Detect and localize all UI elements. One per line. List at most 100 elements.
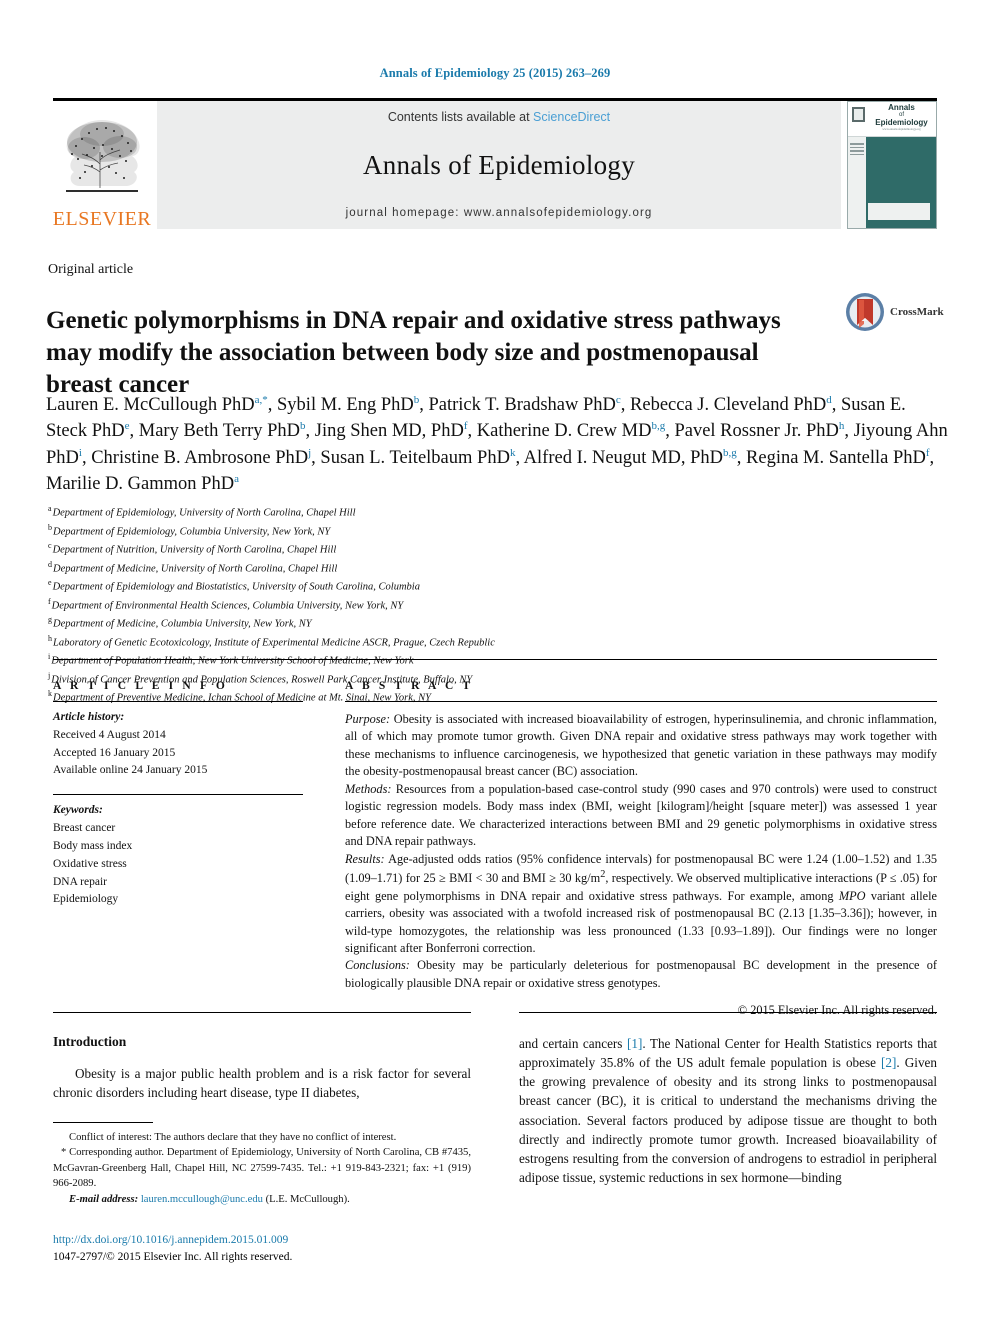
affiliation-text: Department of Epidemiology, Columbia Uni… — [53, 526, 331, 537]
keyword-item: Oxidative stress — [53, 857, 127, 870]
article-type-label: Original article — [48, 262, 134, 277]
affiliation-text: Department of Epidemiology and Biostatis… — [52, 581, 420, 593]
cover-line-3: Epidemiology — [875, 117, 928, 127]
paper-page: Annals of Epidemiology 25 (2015) 263–269 — [0, 0, 990, 1320]
elsevier-logo: ELSEVIER — [53, 101, 151, 229]
cover-header: Annals of Epidemiology www.annalsofepide… — [848, 102, 936, 137]
affiliation-item: bDepartment of Epidemiology, Columbia Un… — [48, 522, 808, 541]
keyword-item: Body mass index — [53, 839, 133, 852]
doi-block: http://dx.doi.org/10.1016/j.annepidem.20… — [53, 1232, 493, 1267]
affiliation-marker: c — [48, 541, 52, 550]
affiliation-item: gDepartment of Medicine, Columbia Univer… — [48, 614, 808, 633]
affiliation-text: Department of Medicine, Columbia Univers… — [53, 618, 312, 630]
body-divider-left — [53, 1012, 471, 1013]
footnote-divider — [53, 1122, 153, 1123]
abstract-methods: Methods: Resources from a population-bas… — [345, 781, 937, 851]
doi-link[interactable]: http://dx.doi.org/10.1016/j.annepidem.20… — [53, 1232, 493, 1249]
affiliation-item: dDepartment of Medicine, University of N… — [48, 559, 808, 578]
conclusions-text: Obesity may be particularly deleterious … — [345, 958, 937, 990]
page-title: Genetic polymorphisms in DNA repair and … — [46, 306, 781, 398]
footnote-conflict-of-interest: Conflict of interest: The authors declar… — [69, 1132, 397, 1143]
history-item: Available online 24 January 2015 — [53, 764, 208, 777]
affiliation-marker: h — [48, 633, 52, 643]
cover-white-band — [868, 203, 930, 220]
email-address-suffix: (L.E. McCullough). — [262, 1193, 350, 1205]
intro-right-part-1: and certain cancers — [519, 1036, 627, 1051]
journal-cover-thumbnail: Annals of Epidemiology www.annalsofepide… — [847, 101, 937, 229]
keywords-block: Keywords: Breast cancer Body mass index … — [53, 802, 303, 909]
purpose-text: Obesity is associated with increased bio… — [345, 712, 937, 779]
email-address-label: E-mail address: — [69, 1193, 139, 1205]
cover-line-4: www.annalsofepidemiology.org — [882, 127, 921, 132]
article-info-underline — [53, 701, 303, 702]
affiliation-item: fDepartment of Environmental Health Scie… — [48, 596, 808, 615]
abstract-heading: A B S T R A C T — [345, 680, 474, 692]
affiliation-marker: g — [48, 615, 52, 624]
body-column-left: Introduction Obesity is a major public h… — [53, 1034, 471, 1102]
methods-text: Resources from a population-based case-c… — [345, 781, 937, 849]
history-item: Received 4 August 2014 — [53, 728, 166, 741]
affiliation-item: iDepartment of Population Health, New Yo… — [48, 651, 808, 670]
info-band-divider — [53, 659, 937, 660]
cover-society-badge-icon — [852, 107, 865, 122]
affiliation-marker: f — [48, 596, 51, 606]
contents-available-line: Contents lists available at ScienceDirec… — [388, 110, 610, 124]
cover-sidebar — [848, 137, 866, 228]
affiliation-text: Department of Epidemiology, University o… — [52, 507, 356, 519]
elsevier-tree-icon — [66, 120, 140, 192]
abstract-body: Purpose: Obesity is associated with incr… — [345, 711, 937, 1020]
body-column-right: and certain cancers [1]. The National Ce… — [519, 1034, 937, 1187]
abstract-section: A B S T R A C T Purpose: Obesity is asso… — [345, 680, 937, 1020]
cover-title: Annals of Epidemiology www.annalsofepide… — [869, 103, 934, 132]
affiliation-text: Department of Population Health, New Yor… — [51, 655, 414, 667]
affiliation-text: Department of Medicine, University of No… — [53, 563, 338, 574]
keywords-divider — [53, 794, 303, 796]
affiliation-marker: d — [48, 559, 52, 569]
purpose-label: Purpose: — [345, 712, 391, 726]
affiliation-item: hLaboratory of Genetic Ecotoxicology, In… — [48, 633, 808, 652]
results-label: Results: — [345, 851, 385, 866]
keyword-item: Epidemiology — [53, 893, 119, 906]
keyword-item: Breast cancer — [53, 822, 116, 835]
sciencedirect-link[interactable]: ScienceDirect — [533, 110, 610, 124]
history-item: Accepted 16 January 2015 — [53, 746, 176, 759]
affiliation-text: Department of Nutrition, University of N… — [52, 544, 337, 556]
affiliation-text: Department of Environmental Health Scien… — [51, 600, 404, 611]
citation-ref-1[interactable]: [1] — [627, 1036, 642, 1051]
author-list: Lauren E. McCullough PhDa,*, Sybil M. En… — [46, 393, 948, 494]
article-history-label: Article history: — [53, 711, 125, 723]
abstract-conclusions: Conclusions: Obesity may be particularly… — [345, 957, 937, 992]
issn-copyright-line: 1047-2797/© 2015 Elsevier Inc. All right… — [53, 1251, 293, 1264]
body-divider-right — [519, 1012, 937, 1013]
citation-ref-2[interactable]: [2] — [881, 1055, 896, 1070]
footnote-corresponding-author: * Corresponding author. Department of Ep… — [53, 1147, 471, 1190]
contents-prefix: Contents lists available at — [387, 110, 534, 124]
introduction-paragraph-right: and certain cancers [1]. The National Ce… — [519, 1034, 937, 1187]
abstract-purpose: Purpose: Obesity is associated with incr… — [345, 711, 937, 781]
cover-sidebar-lines — [850, 143, 864, 157]
introduction-paragraph-left: Obesity is a major public health problem… — [53, 1066, 471, 1101]
abstract-underline — [345, 701, 937, 702]
conclusions-label: Conclusions: — [345, 958, 410, 973]
article-history-block: Article history: Received 4 August 2014 … — [53, 709, 303, 780]
affiliation-text: Laboratory of Genetic Ecotoxicology, Ins… — [53, 637, 495, 648]
email-address-link[interactable]: lauren.mccullough@unc.edu — [141, 1194, 263, 1205]
footnote-email-line: E-mail address: lauren.mccullough@unc.ed… — [53, 1192, 471, 1207]
abstract-results: Results: Age-adjusted odds ratios (95% c… — [345, 851, 937, 958]
article-info-heading: A R T I C L E I N F O — [53, 680, 228, 692]
elsevier-wordmark: ELSEVIER — [52, 208, 152, 230]
affiliation-marker: j — [48, 670, 51, 680]
introduction-heading: Introduction — [53, 1034, 127, 1049]
affiliation-marker: b — [48, 522, 52, 532]
crossmark-badge[interactable]: CrossMark — [845, 292, 944, 332]
cover-body — [848, 137, 936, 228]
crossmark-icon — [846, 293, 884, 331]
journal-masthead: ELSEVIER Contents lists available at Sci… — [53, 98, 937, 229]
keyword-item: DNA repair — [53, 875, 107, 888]
running-head: Annals of Epidemiology 25 (2015) 263–269 — [379, 66, 611, 80]
cover-line-1: Annals — [888, 103, 915, 112]
footnote-block: Conflict of interest: The authors declar… — [53, 1130, 471, 1207]
affiliation-item: aDepartment of Epidemiology, University … — [48, 503, 808, 522]
crossmark-label: CrossMark — [890, 306, 944, 318]
journal-homepage-link[interactable]: journal homepage: www.annalsofepidemiolo… — [346, 207, 653, 219]
